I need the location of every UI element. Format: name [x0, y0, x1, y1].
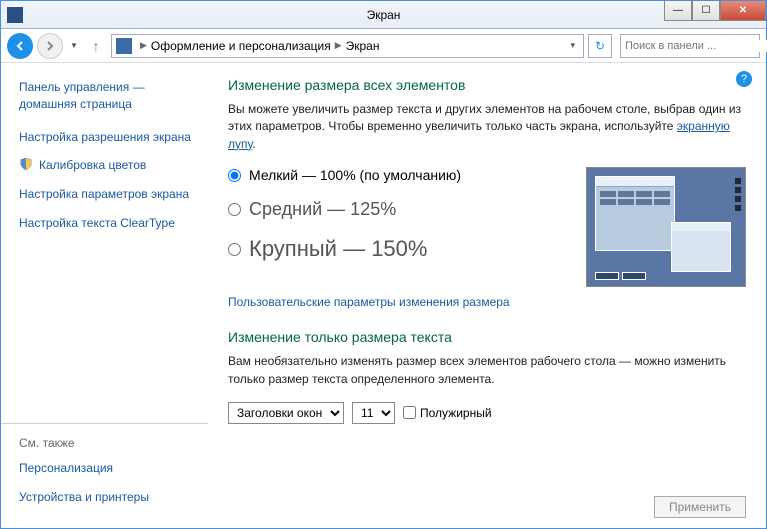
divider: [1, 423, 208, 424]
size-radios: Мелкий — 100% (по умолчанию) Средний — 1…: [228, 167, 562, 278]
chevron-right-icon: ▶: [140, 40, 147, 51]
history-dropdown[interactable]: ▼: [67, 33, 81, 59]
search-input[interactable]: [625, 40, 767, 52]
titlebar: Экран: [1, 1, 766, 29]
see-also: См. также Персонализация Устройства и пр…: [19, 417, 208, 518]
element-select[interactable]: Заголовки окон: [228, 402, 344, 424]
custom-sizing-link[interactable]: Пользовательские параметры изменения раз…: [228, 295, 510, 309]
breadcrumb-category[interactable]: Оформление и персонализация: [151, 39, 331, 53]
radio-large[interactable]: Крупный — 150%: [228, 236, 562, 262]
preview-image: [586, 167, 746, 287]
bold-label: Полужирный: [420, 406, 492, 420]
heading-size-all: Изменение размера всех элементов: [228, 77, 746, 93]
radio-input[interactable]: [228, 203, 241, 216]
sidebar-item-cleartype[interactable]: Настройка текста ClearType: [19, 215, 208, 232]
desc-text: Вы можете увеличить размер текста и друг…: [228, 102, 741, 133]
font-size-select[interactable]: 11: [352, 402, 395, 424]
bold-checkbox[interactable]: Полужирный: [403, 406, 492, 420]
content: Панель управления — домашняя страница На…: [1, 63, 766, 528]
size-options-row: Мелкий — 100% (по умолчанию) Средний — 1…: [228, 167, 746, 287]
close-button[interactable]: [720, 1, 766, 21]
sidebar-item-label: Настройка параметров экрана: [19, 186, 189, 203]
heading-text-only: Изменение только размера текста: [228, 329, 746, 345]
custom-sizing-row: Пользовательские параметры изменения раз…: [228, 293, 746, 311]
radio-small[interactable]: Мелкий — 100% (по умолчанию): [228, 167, 562, 183]
minimize-button[interactable]: [664, 1, 692, 21]
refresh-button[interactable]: ↻: [588, 34, 612, 58]
control-panel-home[interactable]: Панель управления — домашняя страница: [19, 79, 208, 113]
address-dropdown[interactable]: ▾: [566, 40, 579, 51]
main-panel: ? Изменение размера всех элементов Вы мо…: [216, 63, 766, 528]
radio-input[interactable]: [228, 169, 241, 182]
chevron-right-icon: ▶: [335, 40, 342, 51]
app-icon: [7, 7, 23, 23]
see-also-label: Устройства и принтеры: [19, 489, 149, 506]
window-controls: [664, 1, 766, 21]
see-also-personalization[interactable]: Персонализация: [19, 460, 208, 477]
radio-input[interactable]: [228, 243, 241, 256]
see-also-label: Персонализация: [19, 460, 113, 477]
window-title: Экран: [367, 8, 401, 22]
description-text-only: Вам необязательно изменять размер всех э…: [228, 353, 746, 388]
see-also-heading: См. также: [19, 436, 208, 450]
sidebar-item-display-settings[interactable]: Настройка параметров экрана: [19, 186, 208, 203]
see-also-devices[interactable]: Устройства и принтеры: [19, 489, 208, 506]
location-icon: [116, 38, 132, 54]
desc-text: .: [252, 137, 255, 151]
text-size-controls: Заголовки окон 11 Полужирный: [228, 402, 746, 424]
sidebar-item-calibration[interactable]: Калибровка цветов: [19, 157, 208, 174]
description-all: Вы можете увеличить размер текста и друг…: [228, 101, 746, 153]
shield-icon: [19, 157, 33, 171]
up-button[interactable]: ↑: [85, 35, 107, 57]
panel-home-line1: Панель управления —: [19, 80, 145, 94]
back-button[interactable]: [7, 33, 33, 59]
breadcrumb-page[interactable]: Экран: [346, 39, 380, 53]
sidebar-item-label: Настройка текста ClearType: [19, 215, 175, 232]
help-icon[interactable]: ?: [736, 71, 752, 87]
radio-label: Мелкий — 100% (по умолчанию): [249, 167, 461, 183]
radio-label: Средний — 125%: [249, 199, 396, 220]
search-box[interactable]: 🔍: [620, 34, 760, 58]
forward-button[interactable]: [37, 33, 63, 59]
address-bar[interactable]: ▶ Оформление и персонализация ▶ Экран ▾: [111, 34, 584, 58]
panel-home-line2: домашняя страница: [19, 97, 132, 111]
footer: Применить: [654, 496, 746, 518]
radio-label: Крупный — 150%: [249, 236, 427, 262]
radio-medium[interactable]: Средний — 125%: [228, 199, 562, 220]
navbar: ▼ ↑ ▶ Оформление и персонализация ▶ Экра…: [1, 29, 766, 63]
maximize-button[interactable]: [692, 1, 720, 21]
sidebar: Панель управления — домашняя страница На…: [1, 63, 216, 528]
sidebar-item-resolution[interactable]: Настройка разрешения экрана: [19, 129, 208, 146]
apply-button[interactable]: Применить: [654, 496, 746, 518]
sidebar-item-label: Настройка разрешения экрана: [19, 129, 191, 146]
bold-input[interactable]: [403, 406, 416, 419]
sidebar-item-label: Калибровка цветов: [39, 157, 146, 174]
